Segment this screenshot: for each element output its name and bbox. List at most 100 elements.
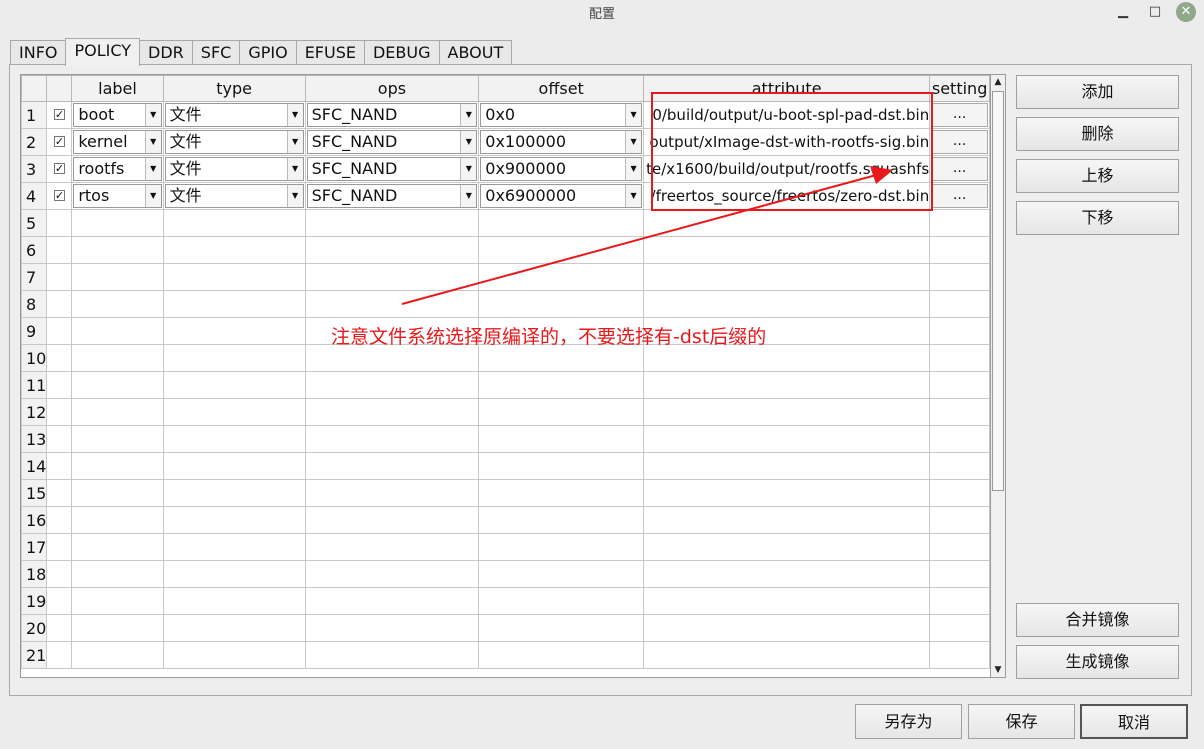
table-row[interactable]: 4 ✓ rtos ▼ 文件 ▼ SFC_NAND ▼ 0x6900000 ▼ /freertos_s…	[21, 182, 990, 210]
empty-cell[interactable]	[929, 533, 990, 561]
empty-cell[interactable]	[71, 371, 164, 399]
empty-cell[interactable]	[643, 398, 931, 426]
table-row[interactable]: 12	[21, 398, 990, 426]
empty-cell[interactable]	[478, 479, 645, 507]
empty-cell[interactable]	[162, 452, 306, 480]
enable-checkbox-cell[interactable]: ✓	[46, 155, 73, 183]
empty-cell[interactable]	[71, 533, 164, 561]
empty-cell[interactable]	[478, 560, 645, 588]
table-row[interactable]: 19	[21, 587, 990, 615]
empty-cell[interactable]	[46, 641, 73, 669]
row-number[interactable]: 13	[21, 425, 48, 453]
empty-cell[interactable]	[643, 560, 931, 588]
table-row[interactable]: 21	[21, 641, 990, 669]
empty-cell[interactable]	[643, 425, 931, 453]
row-number[interactable]: 10	[21, 344, 48, 372]
empty-cell[interactable]	[71, 317, 164, 345]
merge-image-button[interactable]: 合并镜像	[1016, 603, 1179, 637]
offset-combo[interactable]: 0x6900000 ▼	[480, 184, 643, 208]
row-number[interactable]: 6	[21, 236, 48, 264]
header-type[interactable]: type	[162, 75, 306, 102]
ops-combo[interactable]: SFC_NAND ▼	[306, 103, 478, 127]
enable-checkbox[interactable]: ✓	[53, 108, 65, 120]
ops-cell[interactable]: SFC_NAND ▼	[304, 182, 480, 210]
setting-cell[interactable]: ...	[929, 155, 990, 183]
empty-cell[interactable]	[46, 290, 73, 318]
empty-cell[interactable]	[643, 641, 931, 669]
move-down-button[interactable]: 下移	[1016, 201, 1179, 235]
ops-cell[interactable]: SFC_NAND ▼	[304, 101, 480, 129]
empty-cell[interactable]	[643, 371, 931, 399]
empty-cell[interactable]	[46, 479, 73, 507]
table-row[interactable]: 16	[21, 506, 990, 534]
empty-cell[interactable]	[162, 506, 306, 534]
empty-cell[interactable]	[929, 560, 990, 588]
empty-cell[interactable]	[71, 587, 164, 615]
row-number[interactable]: 16	[21, 506, 48, 534]
enable-checkbox-cell[interactable]: ✓	[46, 101, 73, 129]
row-number[interactable]: 19	[21, 587, 48, 615]
ops-cell[interactable]: SFC_NAND ▼	[304, 155, 480, 183]
tab-about[interactable]: ABOUT	[438, 40, 513, 66]
empty-cell[interactable]	[162, 398, 306, 426]
enable-checkbox-cell[interactable]: ✓	[46, 128, 73, 156]
empty-cell[interactable]	[929, 479, 990, 507]
empty-cell[interactable]	[46, 533, 73, 561]
ops-combo[interactable]: SFC_NAND ▼	[306, 184, 478, 208]
empty-cell[interactable]	[304, 209, 480, 237]
save-as-button[interactable]: 另存为	[855, 704, 962, 739]
add-button[interactable]: 添加	[1016, 75, 1179, 109]
label-combo[interactable]: kernel ▼	[73, 130, 162, 154]
tab-info[interactable]: INFO	[10, 40, 67, 66]
table-row[interactable]: 14	[21, 452, 990, 480]
empty-cell[interactable]	[162, 317, 306, 345]
empty-cell[interactable]	[46, 452, 73, 480]
empty-cell[interactable]	[929, 236, 990, 264]
empty-cell[interactable]	[929, 506, 990, 534]
empty-cell[interactable]	[46, 425, 73, 453]
cancel-button[interactable]: 取消	[1080, 704, 1188, 739]
move-up-button[interactable]: 上移	[1016, 159, 1179, 193]
row-number[interactable]: 3	[21, 155, 48, 183]
row-number[interactable]: 21	[21, 641, 48, 669]
scroll-thumb[interactable]	[992, 91, 1004, 491]
row-number[interactable]: 1	[21, 101, 48, 129]
table-row[interactable]: 5	[21, 209, 990, 237]
type-cell[interactable]: 文件 ▼	[162, 182, 306, 210]
table-row[interactable]: 1 ✓ boot ▼ 文件 ▼ SFC_NAND ▼ 0x0 ▼ 0/build/output/u-…	[21, 101, 990, 129]
empty-cell[interactable]	[46, 236, 73, 264]
table-row[interactable]: 17	[21, 533, 990, 561]
row-number[interactable]: 11	[21, 371, 48, 399]
empty-cell[interactable]	[46, 587, 73, 615]
setting-cell[interactable]: ...	[929, 128, 990, 156]
type-combo[interactable]: 文件 ▼	[164, 103, 304, 127]
empty-cell[interactable]	[304, 506, 480, 534]
row-number[interactable]: 8	[21, 290, 48, 318]
empty-cell[interactable]	[71, 641, 164, 669]
empty-cell[interactable]	[478, 614, 645, 642]
chevron-down-icon[interactable]: ▼	[625, 185, 642, 207]
chevron-down-icon[interactable]: ▼	[286, 104, 303, 126]
delete-button[interactable]: 删除	[1016, 117, 1179, 151]
enable-checkbox[interactable]: ✓	[53, 162, 65, 174]
empty-cell[interactable]	[162, 533, 306, 561]
empty-cell[interactable]	[929, 344, 990, 372]
label-combo[interactable]: rtos ▼	[73, 184, 162, 208]
offset-combo[interactable]: 0x0 ▼	[480, 103, 643, 127]
empty-cell[interactable]	[478, 263, 645, 291]
table-row[interactable]: 20	[21, 614, 990, 642]
ops-cell[interactable]: SFC_NAND ▼	[304, 128, 480, 156]
empty-cell[interactable]	[929, 317, 990, 345]
label-cell[interactable]: boot ▼	[71, 101, 164, 129]
empty-cell[interactable]	[162, 290, 306, 318]
empty-cell[interactable]	[643, 209, 931, 237]
empty-cell[interactable]	[46, 506, 73, 534]
empty-cell[interactable]	[929, 641, 990, 669]
type-combo[interactable]: 文件 ▼	[164, 184, 304, 208]
empty-cell[interactable]	[162, 587, 306, 615]
empty-cell[interactable]	[46, 614, 73, 642]
scroll-up-arrow-icon[interactable]: ▲	[991, 75, 1005, 89]
ops-combo[interactable]: SFC_NAND ▼	[306, 157, 478, 181]
header-ops[interactable]: ops	[304, 75, 480, 102]
empty-cell[interactable]	[71, 209, 164, 237]
